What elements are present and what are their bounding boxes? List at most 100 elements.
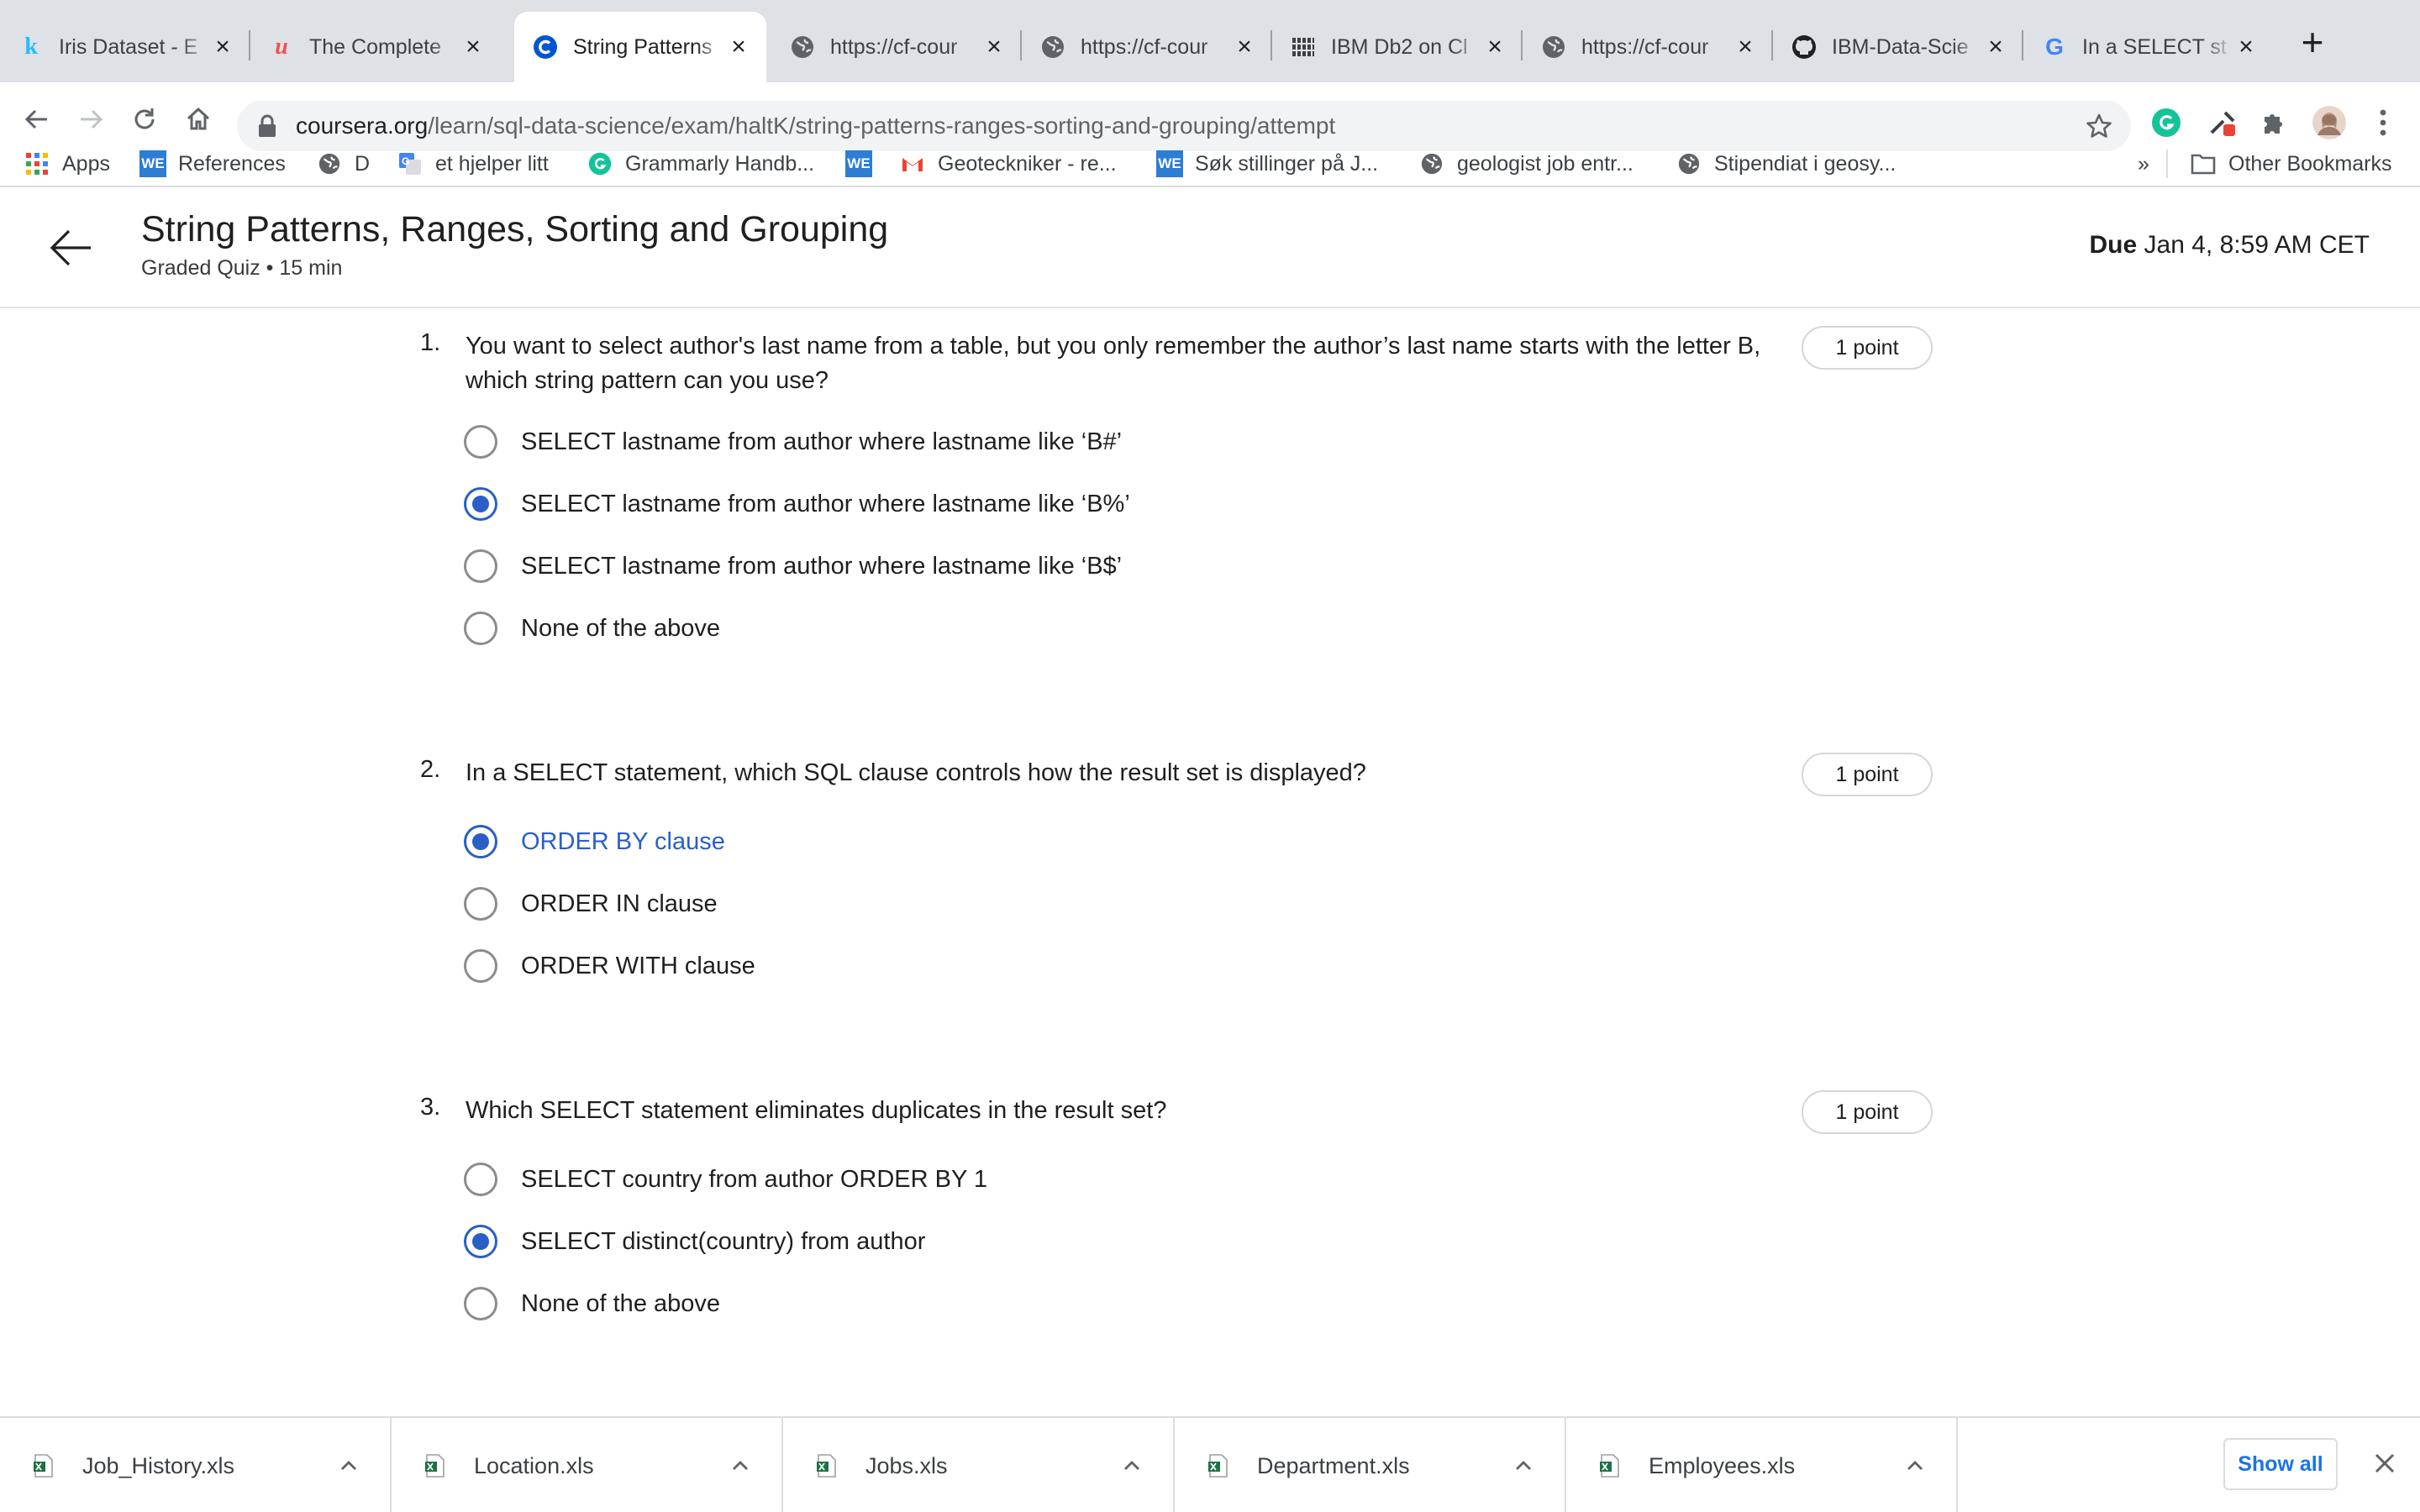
answer-option[interactable]: SELECT lastname from author where lastna… [464,422,1122,462]
close-tab-icon[interactable]: × [460,34,486,60]
tab-title: String Patterns [573,34,713,59]
radio-button[interactable] [464,549,497,583]
tab-title: The Complete [309,34,442,59]
bookmark-label: geologist job entr... [1457,151,1634,176]
chevron-up-icon[interactable] [1511,1453,1536,1478]
close-tab-icon[interactable]: × [1232,34,1257,60]
due-label: Due [2089,231,2138,259]
close-tab-icon[interactable]: × [2233,34,2259,60]
points-badge: 1 point [1802,326,1933,370]
close-icon[interactable] [2371,1450,2398,1477]
radio-button[interactable] [464,425,497,459]
close-tab-icon[interactable]: × [1482,34,1507,60]
apps-grid-icon [24,150,50,177]
answer-option[interactable]: SELECT lastname from author where lastna… [464,484,1130,524]
tab-string-patterns[interactable]: String Patterns × [514,12,766,82]
bookmarks-overflow-button[interactable]: » [2138,141,2149,186]
bookmark-sok-stillinger[interactable]: WE Søk stillinger på J... [1156,141,1378,186]
answer-option[interactable]: None of the above [464,1284,720,1324]
close-tab-icon[interactable]: × [981,34,1007,60]
download-shelf: Job_History.xls Location.xls Jobs.xls De… [0,1416,2420,1512]
globe-icon [1418,150,1445,177]
download-item[interactable]: Job_History.xls [0,1418,392,1512]
answer-option[interactable]: ORDER WITH clause [464,946,755,986]
grammarly-icon [2152,108,2181,137]
extensions-button[interactable] [2254,102,2294,143]
radio-button-selected[interactable] [464,487,497,521]
back-button[interactable] [17,99,57,139]
answer-option[interactable]: SELECT distinct(country) from author [464,1221,925,1262]
globe-icon [790,34,815,60]
quiz-header: String Patterns, Ranges, Sorting and Gro… [0,187,2420,308]
download-item[interactable]: Department.xls [1175,1418,1566,1512]
chevron-up-icon[interactable] [1902,1453,1928,1478]
answer-option[interactable]: SELECT lastname from author where lastna… [464,546,1122,586]
question-number: 1. [420,329,441,356]
answer-option[interactable]: None of the above [464,608,720,648]
udemy-icon: u [275,34,288,60]
back-arrow-icon[interactable] [47,224,94,271]
answer-option[interactable]: SELECT country from author ORDER BY 1 [464,1159,987,1200]
chevron-up-icon[interactable] [336,1453,361,1478]
radio-button-selected[interactable] [464,825,497,858]
radio-button[interactable] [464,949,497,983]
close-tab-icon[interactable]: × [1733,34,1758,60]
eyedropper-extension-button[interactable] [2203,102,2244,143]
grammarly-extension-button[interactable] [2146,102,2186,143]
bookmark-star-icon[interactable] [2086,113,2112,139]
download-item[interactable]: Jobs.xls [783,1418,1175,1512]
due-value: Jan 4, 8:59 AM CET [2144,231,2370,259]
reload-icon [134,108,155,129]
bookmarks-bar: Apps WE References D G et hjelper litt G… [0,141,2420,186]
bookmark-et-hjelper-litt[interactable]: G et hjelper litt [397,141,549,186]
bookmark-geologist-job[interactable]: geologist job entr... [1418,141,1634,186]
download-item[interactable]: Location.xls [392,1418,783,1512]
radio-button[interactable] [464,612,497,645]
radio-button[interactable] [464,887,497,921]
radio-button[interactable] [464,1287,497,1320]
close-tab-icon[interactable]: × [1983,34,2008,60]
tab-ibm-data-science[interactable]: IBM-Data-Scie × [1773,12,2023,82]
tab-in-a-select[interactable]: G In a SELECT st × [2023,12,2274,82]
answer-option[interactable]: ORDER BY clause [464,822,725,862]
tab-title: https://cf-cour [830,34,958,59]
bookmark-geoteckniker[interactable]: Geoteckniker - re... [899,141,1117,186]
answer-option[interactable]: ORDER IN clause [464,884,718,924]
tab-the-complete[interactable]: u The Complete × [250,12,501,82]
bookmark-stipendiat[interactable]: Stipendiat i geosy... [1676,141,1896,186]
home-button[interactable] [178,99,218,139]
bookmark-references[interactable]: WE References [139,141,286,186]
tab-cf-courses-1[interactable]: https://cf-cour × [771,12,1022,82]
new-tab-button[interactable]: + [2294,20,2331,64]
close-tab-icon[interactable]: × [210,34,235,60]
bookmark-we[interactable]: WE [845,141,884,186]
download-item[interactable]: Employees.xls [1566,1418,1958,1512]
question-text: You want to select author's last name fr… [466,333,1761,394]
tab-cf-courses-3[interactable]: https://cf-cour × [1523,12,1773,82]
bookmark-d[interactable]: D [316,141,370,186]
close-tab-icon[interactable]: × [726,34,751,60]
bookmarks-divider [2166,150,2168,178]
show-all-downloads-button[interactable]: Show all [2223,1438,2338,1490]
bookmark-grammarly[interactable]: Grammarly Handb... [587,141,814,186]
profile-button[interactable] [2309,102,2349,143]
tab-ibm-db2[interactable]: IBM Db2 on Cl × [1272,12,1523,82]
other-bookmarks-folder[interactable]: Other Bookmarks [2190,141,2392,186]
tab-title: IBM-Data-Scie [1832,34,1969,59]
reload-button[interactable] [124,99,165,139]
tab-cf-courses-2[interactable]: https://cf-cour × [1022,12,1272,82]
tab-iris-dataset[interactable]: k Iris Dataset - E × [0,12,250,82]
browser-menu-button[interactable] [2363,102,2403,143]
puzzle-icon [2265,114,2282,134]
eyedropper-icon [2210,111,2235,136]
option-label: None of the above [521,614,721,642]
tab-title: https://cf-cour [1581,34,1709,59]
github-icon [1791,34,1817,60]
bookmark-apps[interactable]: Apps [24,141,110,186]
chevron-up-icon[interactable] [1119,1453,1144,1478]
forward-button[interactable] [71,99,111,139]
radio-button-selected[interactable] [464,1225,497,1258]
chevron-up-icon[interactable] [728,1453,753,1478]
option-label: SELECT lastname from author where lastna… [521,428,1123,455]
radio-button[interactable] [464,1163,497,1196]
